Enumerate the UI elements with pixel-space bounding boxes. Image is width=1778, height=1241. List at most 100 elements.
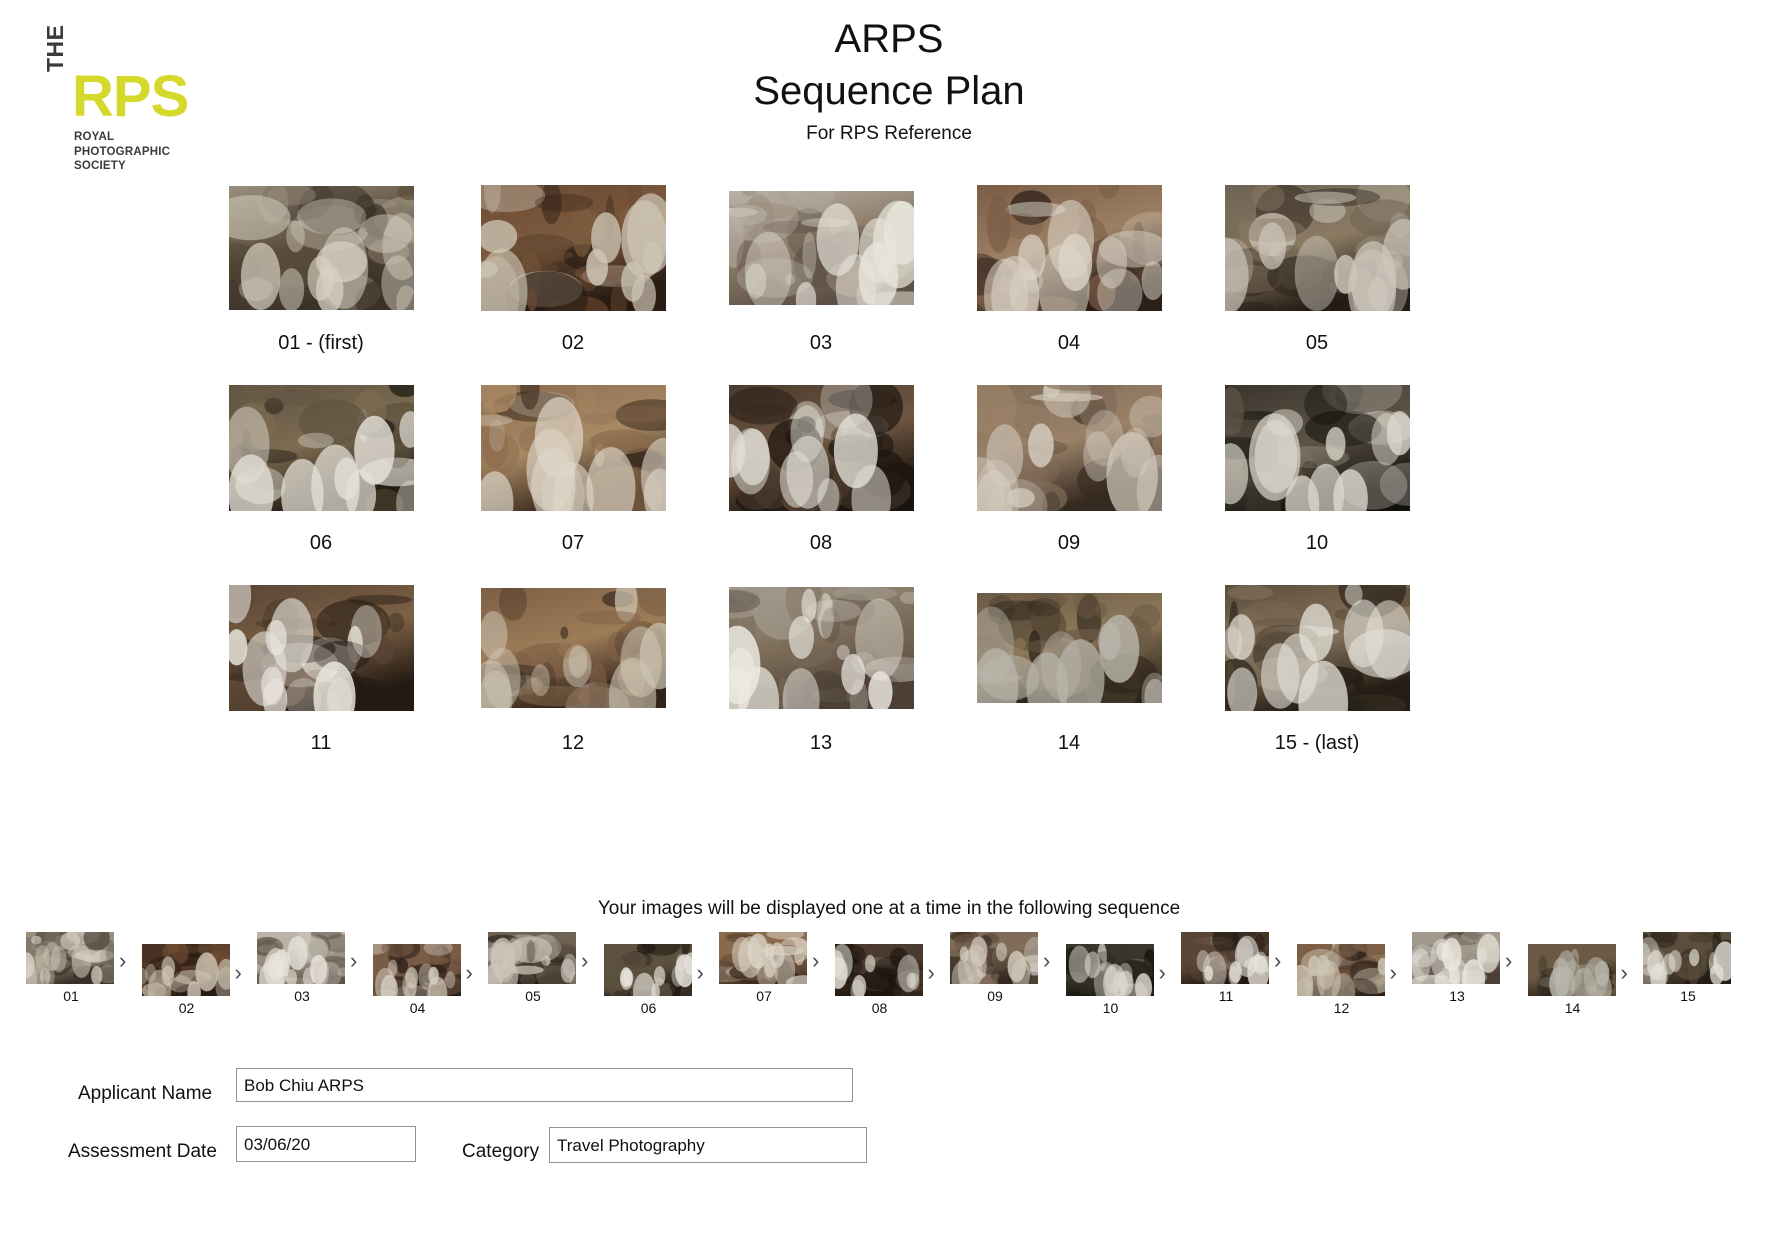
image-cell-02[interactable]: 02: [455, 176, 691, 353]
photo-image[interactable]: [481, 588, 666, 708]
sequence-arrow-icon: ›: [235, 962, 242, 984]
photo-image[interactable]: [481, 185, 666, 311]
sequence-item-02[interactable]: 02: [142, 944, 232, 1015]
image-thumbnail-wrapper: [703, 376, 939, 520]
image-caption: 15 - (last): [1199, 733, 1435, 753]
sequence-item-05[interactable]: 05: [488, 932, 578, 1003]
sequence-thumbnail[interactable]: [950, 932, 1038, 984]
sequence-caption: 06: [604, 1001, 694, 1015]
category-value: Travel Photography: [557, 1137, 705, 1154]
image-thumbnail-wrapper: [951, 176, 1187, 320]
sequence-item-12[interactable]: 12: [1297, 944, 1387, 1015]
image-caption: 02: [455, 333, 691, 353]
sequence-caption: 07: [719, 989, 809, 1003]
image-grid-row: 06 07 0809 10: [0, 376, 1778, 576]
sequence-item-08[interactable]: 08: [835, 944, 925, 1015]
photo-image[interactable]: [1225, 385, 1410, 511]
sequence-caption: 03: [257, 989, 347, 1003]
sequence-arrow-icon: ›: [581, 950, 588, 972]
sequence-thumbnail[interactable]: [1412, 932, 1500, 984]
image-caption: 10: [1199, 533, 1435, 553]
image-cell-08[interactable]: 08: [703, 376, 939, 553]
sequence-thumbnail[interactable]: [142, 944, 230, 996]
category-label: Category: [462, 1142, 539, 1161]
photo-image[interactable]: [977, 593, 1162, 703]
image-cell-05[interactable]: 05: [1199, 176, 1435, 353]
image-caption: 07: [455, 533, 691, 553]
image-cell-11[interactable]: 11: [203, 576, 439, 753]
photo-image[interactable]: [977, 185, 1162, 311]
sequence-item-03[interactable]: 03: [257, 932, 347, 1003]
photo-image[interactable]: [229, 186, 414, 310]
image-thumbnail-wrapper: [203, 576, 439, 720]
sequence-item-11[interactable]: 11: [1181, 932, 1271, 1003]
photo-image[interactable]: [977, 385, 1162, 511]
sequence-item-06[interactable]: 06: [604, 944, 694, 1015]
sequence-strip: 01›02›03›04›05›06›07›08›09›10›11›12›13›1…: [26, 932, 1756, 1024]
sequence-item-13[interactable]: 13: [1412, 932, 1502, 1003]
sequence-arrow-icon: ›: [1274, 950, 1281, 972]
image-cell-14[interactable]: 14: [951, 576, 1187, 753]
photo-image[interactable]: [481, 385, 666, 511]
sequence-thumbnail[interactable]: [719, 932, 807, 984]
sequence-item-15[interactable]: 15: [1643, 932, 1733, 1003]
photo-image[interactable]: [729, 587, 914, 709]
photo-image[interactable]: [229, 585, 414, 711]
image-cell-01[interactable]: 01 - (first): [203, 176, 439, 353]
image-cell-04[interactable]: 04: [951, 176, 1187, 353]
image-thumbnail-wrapper: [1199, 576, 1435, 720]
sequence-thumbnail[interactable]: [373, 944, 461, 996]
sequence-thumbnail[interactable]: [1297, 944, 1385, 996]
image-cell-15[interactable]: 15 - (last): [1199, 576, 1435, 753]
image-caption: 14: [951, 733, 1187, 753]
applicant-name-value: Bob Chiu ARPS: [244, 1077, 364, 1094]
sequence-caption: 13: [1412, 989, 1502, 1003]
sequence-thumbnail[interactable]: [26, 932, 114, 984]
image-caption: 12: [455, 733, 691, 753]
sequence-thumbnail[interactable]: [1066, 944, 1154, 996]
sequence-thumbnail[interactable]: [835, 944, 923, 996]
image-caption: 06: [203, 533, 439, 553]
image-cell-07[interactable]: 07: [455, 376, 691, 553]
sequence-thumbnail[interactable]: [604, 944, 692, 996]
sequence-item-07[interactable]: 07: [719, 932, 809, 1003]
sequence-item-09[interactable]: 09: [950, 932, 1040, 1003]
image-caption: 13: [703, 733, 939, 753]
image-cell-06[interactable]: 06: [203, 376, 439, 553]
sequence-item-14[interactable]: 14: [1528, 944, 1618, 1015]
sequence-caption: 10: [1066, 1001, 1156, 1015]
image-grid: 01 - (first) 02 0304 05 06 07 0809 10 11 12 13 14 15…: [0, 176, 1778, 776]
photo-image[interactable]: [729, 191, 914, 305]
photo-image[interactable]: [229, 385, 414, 511]
image-cell-09[interactable]: 09: [951, 376, 1187, 553]
sequence-item-10[interactable]: 10: [1066, 944, 1156, 1015]
applicant-name-field[interactable]: Bob Chiu ARPS: [236, 1068, 853, 1102]
sequence-caption: 01: [26, 989, 116, 1003]
sequence-thumbnail[interactable]: [257, 932, 345, 984]
image-cell-03[interactable]: 03: [703, 176, 939, 353]
image-grid-row: 11 12 13 14 15 - (last): [0, 576, 1778, 776]
sequence-thumbnail[interactable]: [1528, 944, 1616, 996]
sequence-arrow-icon: ›: [1621, 962, 1628, 984]
category-field[interactable]: Travel Photography: [549, 1127, 867, 1163]
image-thumbnail-wrapper: [951, 376, 1187, 520]
sequence-caption: 08: [835, 1001, 925, 1015]
sequence-arrow-icon: ›: [1043, 950, 1050, 972]
photo-image[interactable]: [729, 385, 914, 511]
image-caption: 05: [1199, 333, 1435, 353]
sequence-arrow-icon: ›: [1390, 962, 1397, 984]
image-cell-10[interactable]: 10: [1199, 376, 1435, 553]
photo-image[interactable]: [1225, 585, 1410, 711]
assessment-date-field[interactable]: 03/06/20: [236, 1126, 416, 1162]
image-cell-13[interactable]: 13: [703, 576, 939, 753]
sequence-arrow-icon: ›: [812, 950, 819, 972]
sequence-arrow-icon: ›: [119, 950, 126, 972]
photo-image[interactable]: [1225, 185, 1410, 311]
sequence-thumbnail[interactable]: [488, 932, 576, 984]
image-cell-12[interactable]: 12: [455, 576, 691, 753]
sequence-thumbnail[interactable]: [1181, 932, 1269, 984]
sequence-thumbnail[interactable]: [1643, 932, 1731, 984]
sequence-arrow-icon: ›: [928, 962, 935, 984]
sequence-item-01[interactable]: 01: [26, 932, 116, 1003]
sequence-item-04[interactable]: 04: [373, 944, 463, 1015]
